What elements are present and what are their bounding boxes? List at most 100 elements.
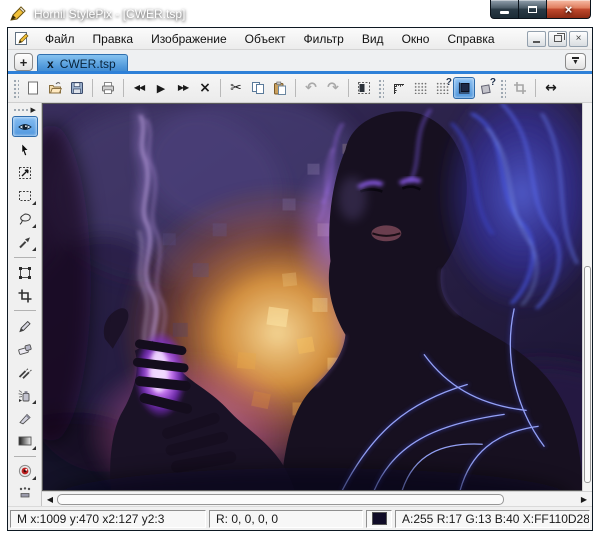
menu-image[interactable]: Изображение (142, 30, 236, 48)
toolbar-separator (123, 79, 124, 97)
pencil-icon (17, 318, 33, 334)
tool-gradient[interactable] (12, 431, 38, 452)
close-button[interactable]: × (546, 0, 591, 19)
question-icon: ? (490, 77, 496, 88)
open-file-button[interactable] (44, 77, 66, 99)
airbrush-icon (17, 387, 33, 403)
new-tab-button[interactable]: + (14, 53, 33, 71)
history-delete-button[interactable]: × (194, 77, 216, 99)
window-content: Файл Правка Изображение Объект Фильтр Ви… (7, 27, 593, 531)
color-swatch (372, 512, 387, 525)
redo-button[interactable]: ↷ (322, 77, 344, 99)
shape-snap-button[interactable]: ? (475, 77, 497, 99)
selection-display-icon (357, 81, 371, 95)
status-bar: M x:1009 y:470 x2:127 y2:3 R: 0, 0, 0, 0… (8, 506, 592, 530)
snap-grid-button[interactable]: ? (431, 77, 453, 99)
tool-stamp[interactable] (12, 484, 38, 505)
minimize-button[interactable] (490, 0, 519, 19)
horizontal-scrollbar-track[interactable] (57, 493, 577, 506)
tool-brush[interactable] (12, 361, 38, 382)
toolbar-separator (535, 79, 536, 97)
fast-forward-icon: ▶▶ (178, 84, 188, 92)
scroll-left-arrow[interactable]: ◀ (45, 495, 55, 504)
close-icon: × (565, 3, 573, 16)
stamp-icon (17, 486, 33, 502)
menu-file[interactable]: Файл (36, 30, 84, 48)
canvas-bounds-button[interactable] (453, 77, 475, 99)
tool-knife[interactable] (12, 408, 38, 429)
canvas-image[interactable] (43, 104, 582, 490)
history-play-button[interactable]: ▶ (150, 77, 172, 99)
mdi-minimize-icon (533, 41, 540, 43)
tool-transform-selection[interactable] (12, 163, 38, 184)
tool-rect-select[interactable] (12, 186, 38, 207)
status-swatch-panel (366, 510, 392, 528)
grid-button[interactable] (409, 77, 431, 99)
status-mouse-panel: M x:1009 y:470 x2:127 y2:3 (10, 510, 206, 528)
tool-palette-grip[interactable]: ▶ (13, 105, 37, 115)
copy-icon (251, 81, 265, 95)
menu-filter[interactable]: Фильтр (295, 30, 353, 48)
horizontal-scrollbar-thumb[interactable] (57, 494, 504, 505)
tool-crop[interactable] (12, 285, 38, 306)
mdi-close-button[interactable]: × (569, 31, 588, 47)
tool-airbrush[interactable] (12, 384, 38, 405)
print-button[interactable] (97, 77, 119, 99)
resize-button[interactable]: ↔ (540, 77, 562, 99)
mdi-restore-button[interactable] (548, 31, 567, 47)
scroll-right-arrow[interactable]: ▶ (579, 495, 589, 504)
window-title: Hornil StylePix - [CWER.tsp] (34, 7, 185, 21)
vertical-scrollbar[interactable] (582, 103, 592, 491)
tool-shape[interactable] (12, 262, 38, 283)
history-back-button[interactable]: ◀◀ (128, 77, 150, 99)
horizontal-arrows-icon: ↔ (545, 81, 557, 95)
tool-lasso-select[interactable] (12, 209, 38, 230)
tool-pan-view[interactable] (12, 116, 38, 137)
menu-object[interactable]: Объект (236, 30, 295, 48)
toolbar-separator (348, 79, 349, 97)
tool-color-picker[interactable] (12, 232, 38, 253)
tool-red-eye[interactable] (12, 461, 38, 482)
rewind-icon: ◀◀ (134, 84, 144, 92)
horizontal-scrollbar[interactable]: ◀ ▶ (42, 491, 592, 506)
ruler-button[interactable] (387, 77, 409, 99)
canvas-area[interactable] (42, 103, 582, 491)
undo-button[interactable]: ↶ (300, 77, 322, 99)
toolbar-grip[interactable] (13, 79, 19, 98)
tab-list-button[interactable]: ▼ (565, 53, 586, 70)
tool-separator (14, 257, 36, 258)
gradient-icon (17, 433, 33, 449)
toolbar-grip[interactable] (378, 79, 384, 98)
grid-icon (414, 82, 427, 94)
vertical-scrollbar-thumb[interactable] (584, 266, 591, 483)
redo-icon: ↷ (327, 81, 339, 95)
save-button[interactable] (66, 77, 88, 99)
title-bar[interactable]: Hornil StylePix - [CWER.tsp] × (0, 0, 600, 27)
new-file-button[interactable] (22, 77, 44, 99)
tool-eraser[interactable] (12, 338, 38, 359)
tab-bar: + x CWER.tsp ▼ (8, 50, 592, 74)
crop-icon (17, 288, 33, 304)
paste-button[interactable] (269, 77, 291, 99)
toolbar-separator (92, 79, 93, 97)
pixel-color-info: A:255 R:17 G:13 B:40 X:FF110D28 (402, 512, 590, 526)
menu-edit[interactable]: Правка (84, 30, 143, 48)
maximize-button[interactable] (519, 0, 546, 19)
selection-display-button[interactable] (353, 77, 375, 99)
eraser-icon (17, 341, 33, 357)
copy-button[interactable] (247, 77, 269, 99)
menu-window[interactable]: Окно (393, 30, 439, 48)
tool-separator (14, 310, 36, 311)
tab-close-icon[interactable]: x (47, 57, 54, 71)
menu-view[interactable]: Вид (353, 30, 393, 48)
history-forward-button[interactable]: ▶▶ (172, 77, 194, 99)
toolbar-grip[interactable] (500, 79, 506, 98)
cut-button[interactable]: ✂ (225, 77, 247, 99)
tool-pencil[interactable] (12, 315, 38, 336)
cursor-arrow-icon (17, 142, 33, 158)
crop-apply-button[interactable] (509, 77, 531, 99)
grip-dots-icon (13, 108, 29, 113)
menu-help[interactable]: Справка (438, 30, 503, 48)
tool-select[interactable] (12, 139, 38, 160)
mdi-minimize-button[interactable] (527, 31, 546, 47)
